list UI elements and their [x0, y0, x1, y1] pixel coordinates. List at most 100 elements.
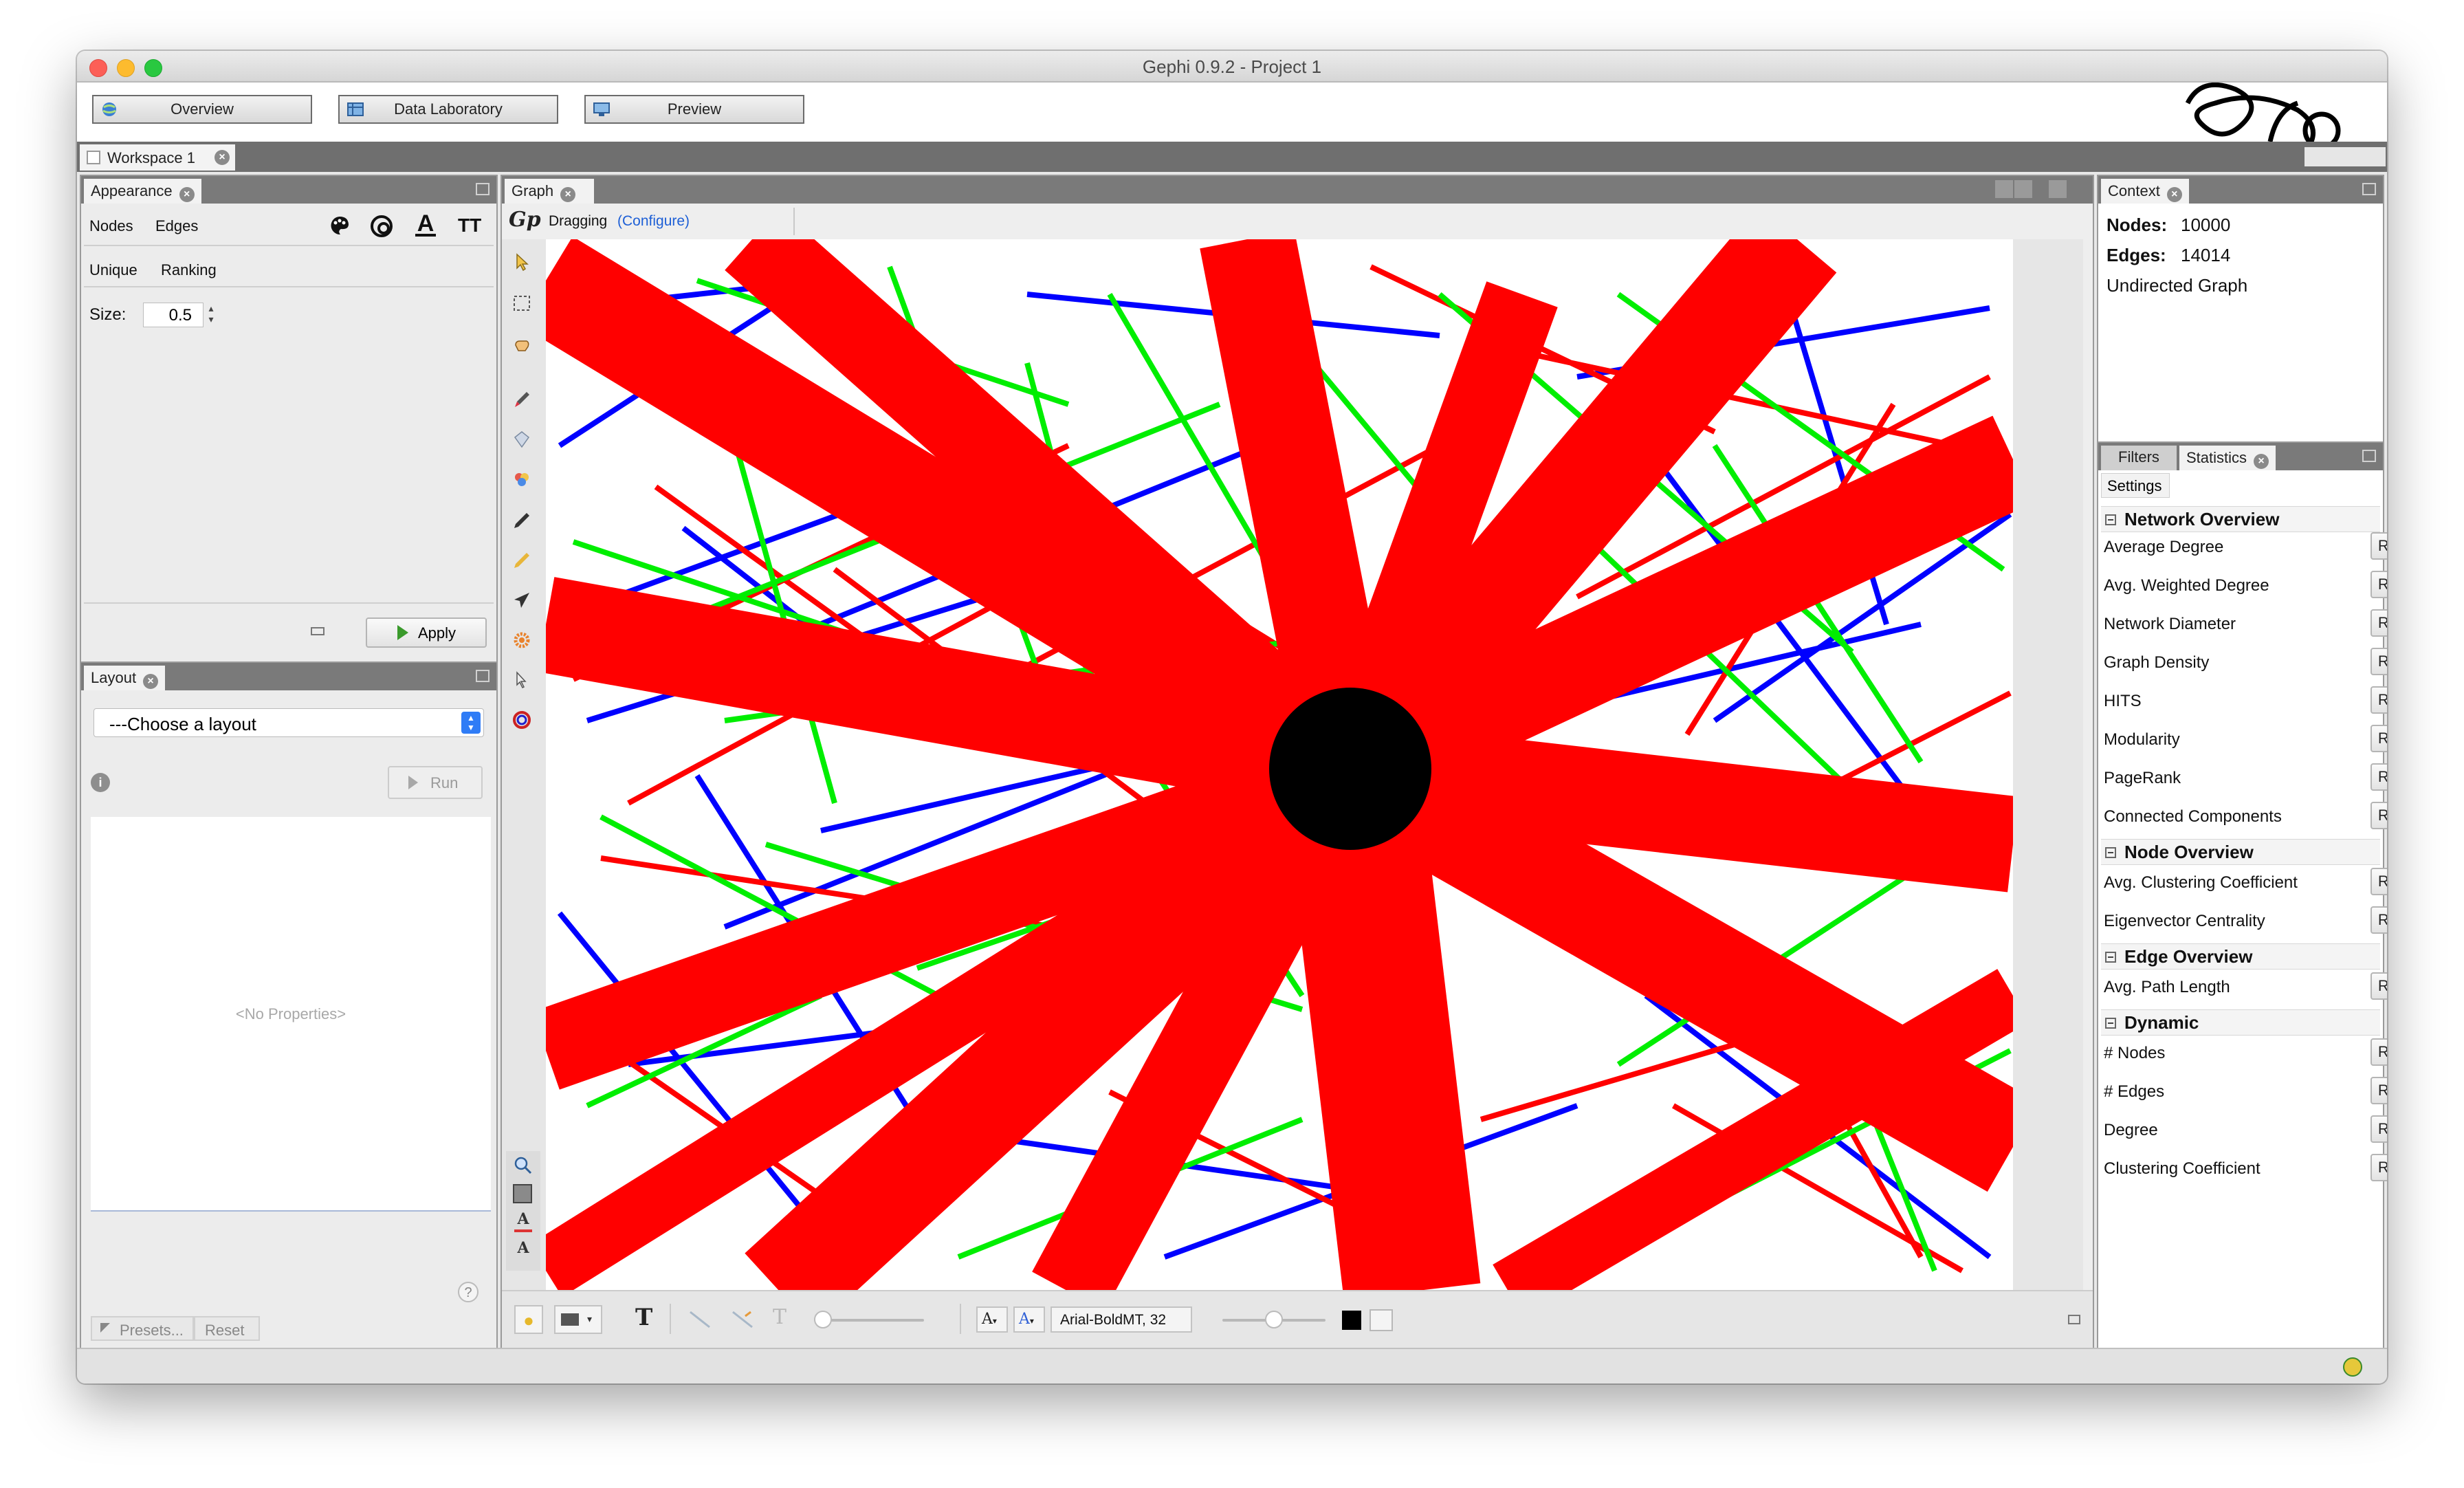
size-icon[interactable]: [370, 215, 393, 238]
apply-button[interactable]: Apply: [366, 617, 487, 648]
presets-button[interactable]: Presets...: [91, 1316, 194, 1341]
run-button[interactable]: Run: [2370, 1154, 2387, 1181]
rectangle-select-icon[interactable]: [512, 293, 532, 314]
unique-tab[interactable]: Unique: [89, 261, 138, 279]
run-button[interactable]: Run: [2370, 972, 2387, 1000]
maximize-icon[interactable]: [2362, 450, 2376, 462]
pencil-icon[interactable]: [512, 510, 532, 531]
text-color-icon[interactable]: A: [514, 1210, 532, 1234]
run-button[interactable]: Run: [2370, 648, 2387, 675]
section-node-overview[interactable]: Node Overview: [2101, 839, 2380, 865]
nodes-tab[interactable]: Nodes: [89, 217, 133, 235]
layout-run-button[interactable]: Run: [388, 766, 483, 799]
gear-icon[interactable]: [512, 630, 532, 650]
label-size-slider[interactable]: [1222, 1311, 1326, 1328]
statistics-tab[interactable]: Statistics ×: [2179, 446, 2276, 470]
collapse-icon[interactable]: [2105, 1018, 2116, 1029]
graph-tab[interactable]: Graph ×: [505, 179, 594, 204]
section-edge-overview[interactable]: Edge Overview: [2101, 943, 2380, 970]
layout-close-icon[interactable]: ×: [143, 674, 159, 689]
diamond-tool-icon[interactable]: [512, 429, 532, 450]
screenshot-icon[interactable]: ▾: [554, 1305, 602, 1334]
graph-canvas[interactable]: [546, 239, 2013, 1291]
overview-button[interactable]: Overview: [92, 95, 312, 124]
run-button[interactable]: Run: [2370, 571, 2387, 598]
run-button[interactable]: Run: [2370, 906, 2387, 934]
section-dynamic[interactable]: Dynamic: [2101, 1009, 2380, 1036]
label-attributes-icon[interactable]: [1370, 1309, 1393, 1331]
font-selector[interactable]: Arial-BoldMT, 32: [1050, 1306, 1192, 1333]
run-button[interactable]: Run: [2370, 802, 2387, 829]
ranking-tab[interactable]: Ranking: [161, 261, 217, 279]
run-button[interactable]: Run: [2370, 609, 2387, 637]
layout-tab[interactable]: Layout ×: [84, 666, 166, 690]
appearance-tab[interactable]: Appearance ×: [84, 179, 201, 204]
workspace-close-icon[interactable]: ×: [214, 150, 230, 165]
run-button[interactable]: Run: [2370, 1077, 2387, 1104]
scroll-tabs-left-button[interactable]: [2304, 147, 2336, 166]
color-tool-icon[interactable]: [512, 469, 532, 490]
tab-scroll-right-button[interactable]: [2014, 180, 2032, 198]
scroll-tabs-right-button[interactable]: [2336, 147, 2368, 166]
section-network-overview[interactable]: Network Overview: [2101, 506, 2380, 532]
label-size-icon[interactable]: TT: [458, 215, 481, 237]
help-button[interactable]: ?: [458, 1282, 478, 1302]
run-button[interactable]: Run: [2370, 532, 2387, 560]
collapse-icon[interactable]: [2105, 952, 2116, 963]
settings-button[interactable]: Settings: [2101, 473, 2170, 498]
size-stepper-icon[interactable]: ▴ ▾: [205, 303, 217, 327]
text-size-icon[interactable]: A: [514, 1239, 532, 1262]
text-glyph-icon[interactable]: T: [635, 1304, 652, 1331]
configure-link[interactable]: (Configure): [617, 213, 690, 230]
edge-style-icon[interactable]: [688, 1309, 712, 1330]
edge-width-slider[interactable]: [814, 1311, 924, 1328]
pointer-tool-icon[interactable]: [512, 252, 532, 272]
filters-tab[interactable]: Filters: [2101, 446, 2177, 470]
run-button[interactable]: Run: [2370, 763, 2387, 791]
zoom-icon[interactable]: [513, 1155, 534, 1176]
notification-icon[interactable]: [2343, 1357, 2362, 1377]
preview-button[interactable]: Preview: [584, 95, 804, 124]
workspace-tab[interactable]: Workspace 1 ×: [80, 144, 235, 171]
maximize-icon[interactable]: [476, 670, 490, 682]
run-button[interactable]: Run: [2370, 1115, 2387, 1143]
slider-thumb[interactable]: [814, 1311, 832, 1328]
label-color-swatch[interactable]: [1342, 1311, 1361, 1330]
graph-close-icon[interactable]: ×: [560, 187, 576, 202]
context-close-icon[interactable]: ×: [2166, 187, 2182, 202]
tab-scroll-left-button[interactable]: [1995, 180, 2013, 198]
drag-hand-icon[interactable]: [512, 334, 532, 355]
edge-pencil-icon[interactable]: [512, 550, 532, 571]
context-tab[interactable]: Context ×: [2101, 179, 2189, 204]
heat-map-icon[interactable]: [512, 710, 532, 730]
collapse-icon[interactable]: [2105, 847, 2116, 858]
maximize-icon[interactable]: [476, 183, 490, 195]
data-laboratory-button[interactable]: Data Laboratory: [338, 95, 558, 124]
edge-color-icon[interactable]: [730, 1309, 755, 1330]
edges-tab[interactable]: Edges: [155, 217, 198, 235]
size-spinner[interactable]: 0.5: [143, 303, 204, 327]
appearance-close-icon[interactable]: ×: [179, 187, 195, 202]
painter-icon[interactable]: [512, 389, 532, 410]
color-palette-icon[interactable]: [329, 215, 351, 237]
label-color-icon[interactable]: A: [415, 210, 436, 238]
maximize-icon[interactable]: [2362, 183, 2376, 195]
layout-select[interactable]: ---Choose a layout ▲ ▼: [94, 708, 484, 737]
collapse-icon[interactable]: [2105, 514, 2116, 525]
shortest-path-icon[interactable]: [512, 670, 532, 690]
run-button[interactable]: Run: [2370, 868, 2387, 895]
font-size-button[interactable]: A▾: [976, 1306, 1008, 1333]
run-button[interactable]: Run: [2370, 686, 2387, 714]
tab-menu-button[interactable]: [2049, 180, 2067, 198]
tabs-menu-button[interactable]: [2368, 147, 2386, 166]
font-color-button[interactable]: A▾: [1013, 1306, 1045, 1333]
run-button[interactable]: Run: [2370, 725, 2387, 752]
slider-thumb[interactable]: [1265, 1311, 1283, 1328]
edge-label-icon[interactable]: T: [773, 1305, 786, 1329]
statistics-close-icon[interactable]: ×: [2254, 454, 2269, 469]
run-button[interactable]: Run: [2370, 1038, 2387, 1066]
reset-button[interactable]: Reset: [194, 1316, 260, 1341]
background-color-icon[interactable]: [513, 1184, 532, 1203]
light-bulb-icon[interactable]: ●: [514, 1305, 543, 1334]
collapse-toolbar-icon[interactable]: [2068, 1315, 2080, 1324]
